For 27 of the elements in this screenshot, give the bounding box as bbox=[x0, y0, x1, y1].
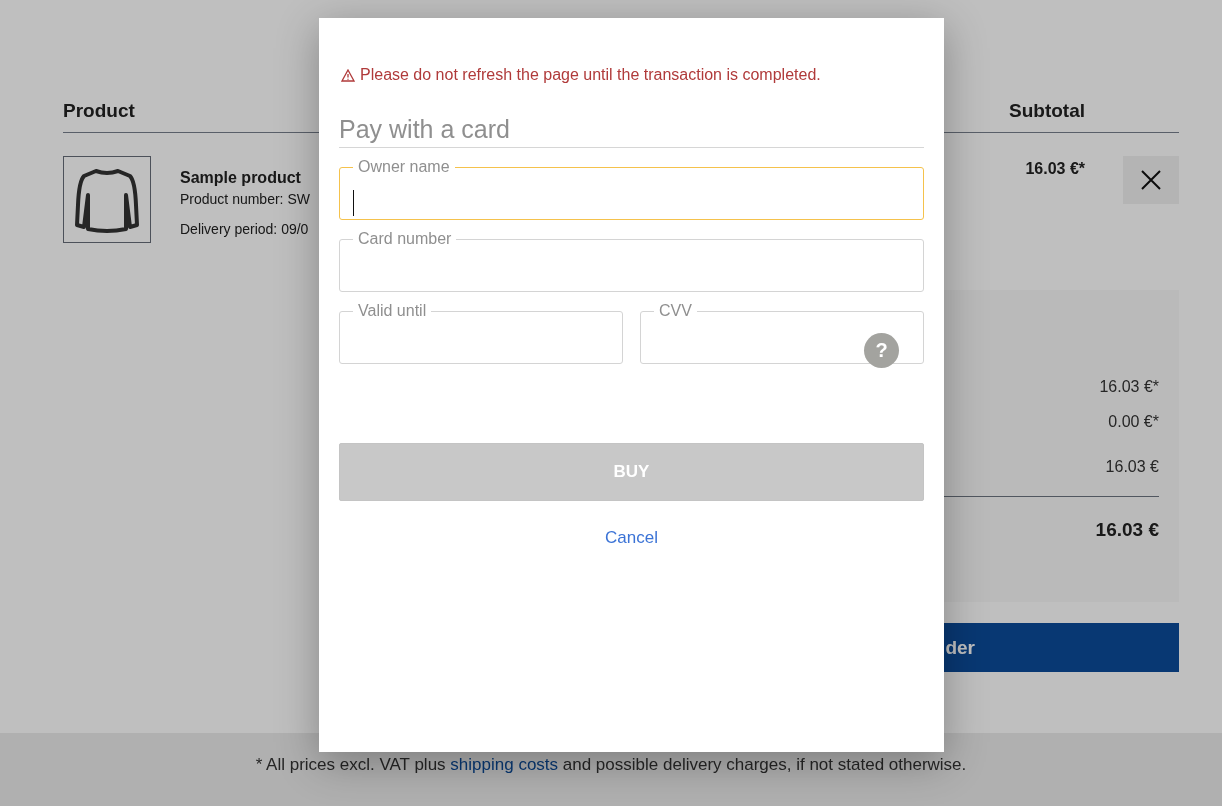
price-note: * All prices excl. VAT plus shipping costs and possible delivery charges, if not stated otherwise. bbox=[255, 755, 967, 776]
summary-value: 16.03 € bbox=[1105, 458, 1159, 476]
warning-icon bbox=[341, 68, 355, 82]
summary-value: 16.03 €* bbox=[1099, 378, 1159, 396]
field-label: Valid until bbox=[357, 302, 428, 320]
input-field[interactable]: Card number bbox=[339, 230, 924, 292]
delivery-period: Delivery period: 09/0 bbox=[180, 221, 309, 237]
shipping-costs-link[interactable]: shipping costs bbox=[450, 755, 559, 774]
help-icon[interactable]: ? bbox=[864, 333, 899, 368]
product-number: Product number: SW bbox=[180, 191, 310, 207]
field-label: CVV bbox=[658, 302, 693, 320]
input-field[interactable]: Owner name bbox=[339, 158, 924, 220]
product-name: Sample product bbox=[180, 169, 301, 187]
cancel-link[interactable]: Cancel bbox=[605, 528, 658, 548]
column-header: Product bbox=[63, 100, 135, 122]
text-cursor bbox=[353, 190, 354, 216]
summary-value: 0.00 €* bbox=[1108, 413, 1159, 431]
input-field[interactable]: Valid until bbox=[339, 302, 623, 364]
dialog-title: Pay with a card bbox=[339, 115, 924, 148]
field-label: Owner name bbox=[357, 158, 451, 176]
column-header: Subtotal bbox=[1009, 100, 1085, 122]
field-label: Card number bbox=[357, 230, 453, 248]
warning-message: Please do not refresh the page until the transaction is completed. bbox=[360, 66, 821, 84]
close-icon bbox=[1141, 170, 1161, 190]
item-subtotal: 16.03 €* bbox=[1025, 160, 1085, 179]
remove-button[interactable] bbox=[1123, 156, 1179, 204]
total-value: 16.03 € bbox=[1095, 519, 1159, 541]
